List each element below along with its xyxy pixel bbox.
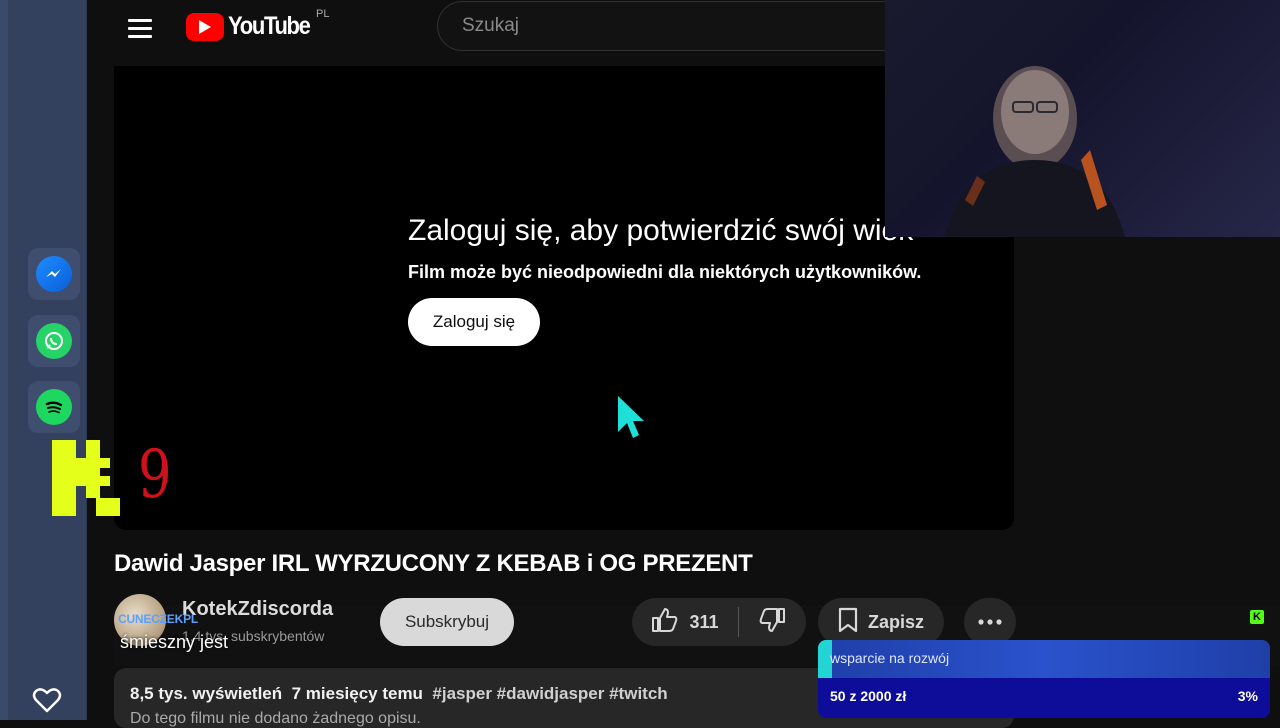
view-count: 8,5 tys. wyświetleń	[130, 684, 283, 703]
dock-panel	[8, 0, 87, 720]
subscribe-button[interactable]: Subskrybuj	[380, 598, 514, 646]
more-actions-icon[interactable]	[964, 598, 1016, 646]
menu-icon[interactable]	[122, 10, 158, 46]
goal-amount: 50 z 2000 zł	[830, 688, 907, 704]
description-text: Do tego filmu nie dodano żadnego opisu.	[130, 710, 421, 727]
youtube-logo[interactable]: YouTube	[186, 12, 321, 41]
description-meta: 8,5 tys. wyświetleń 7 miesięcy temu #jas…	[130, 684, 668, 704]
webcam-overlay	[885, 0, 1280, 237]
search-input[interactable]	[460, 14, 864, 38]
chat-message: śmieszny jest	[120, 632, 229, 652]
whatsapp-icon	[36, 323, 72, 359]
age-gate-subtitle: Film może być nieodpowiedni dla niektóry…	[408, 262, 922, 282]
channel-name[interactable]: KotekZdiscorda	[182, 598, 333, 621]
like-dislike-group: 311	[632, 598, 806, 646]
age-gate-title: Zaloguj się, aby potwierdzić swój wiek	[408, 214, 914, 247]
mouse-cursor-icon	[616, 394, 646, 445]
video-title: Dawid Jasper IRL WYRZUCONY Z KEBAB i OG …	[114, 550, 753, 577]
heart-icon[interactable]	[32, 686, 62, 719]
chat-username: CUNECZEKPL	[118, 612, 199, 626]
donation-goal-widget: wsparcie na rozwój 50 z 2000 zł 3%	[818, 640, 1270, 718]
dislike-button[interactable]	[739, 598, 805, 646]
kick-icon: K	[1250, 610, 1264, 624]
whatsapp-app-button[interactable]	[28, 315, 80, 367]
goal-percent: 3%	[1237, 688, 1258, 704]
messenger-app-button[interactable]	[28, 248, 80, 300]
k-counter-value: 9	[138, 436, 172, 513]
spotify-icon	[36, 389, 72, 425]
save-label: Zapisz	[867, 611, 924, 632]
signin-button[interactable]: Zaloguj się	[408, 298, 540, 346]
youtube-play-icon	[186, 12, 224, 41]
region-code: PL	[316, 8, 330, 20]
messenger-icon	[36, 256, 72, 292]
hashtags[interactable]: #jasper #dawidjasper #twitch	[432, 684, 667, 703]
bookmark-icon	[838, 607, 858, 638]
spotify-app-button[interactable]	[28, 381, 80, 433]
upload-age: 7 miesięcy temu	[291, 684, 423, 703]
like-button[interactable]: 311	[632, 598, 738, 646]
search-box[interactable]	[437, 1, 907, 51]
youtube-wordmark: YouTube	[228, 12, 311, 40]
thumbs-up-icon	[651, 607, 679, 638]
save-button[interactable]: Zapisz	[818, 598, 944, 646]
thumbs-down-icon	[758, 607, 786, 638]
video-player[interactable]: Zaloguj się, aby potwierdzić swój wiek F…	[114, 66, 1014, 530]
goal-label: wsparcie na rozwój	[830, 650, 950, 666]
like-count: 311	[689, 611, 719, 632]
kick-k-logo	[52, 440, 122, 521]
